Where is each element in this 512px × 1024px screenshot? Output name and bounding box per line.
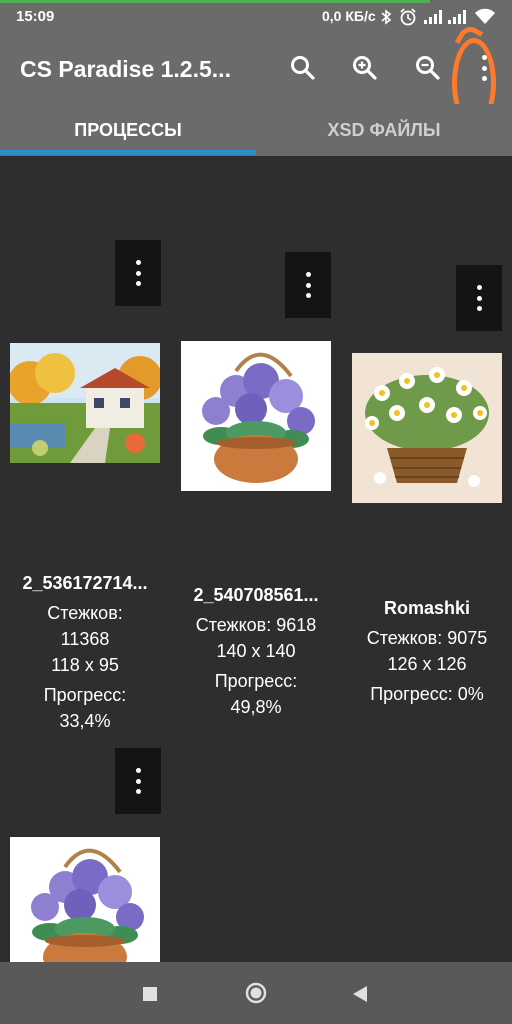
pattern-size: 118 x 95 (51, 655, 119, 675)
item-menu-button[interactable] (456, 265, 502, 331)
wifi-icon (475, 8, 495, 24)
stitch-count: 11368 (60, 629, 110, 649)
tab-indicator (0, 150, 256, 155)
more-vert-icon (135, 768, 141, 794)
network-speed: 0,0 КБ/с (322, 8, 376, 24)
pattern-size: 140 x 140 (216, 641, 296, 661)
item-menu-button[interactable] (115, 748, 161, 814)
search-icon (291, 56, 315, 80)
zoom-in-button[interactable] (347, 50, 383, 86)
status-time: 15:09 (16, 8, 55, 25)
app-title: CS Paradise 1.2.5... (20, 56, 231, 82)
tab-xsd-files[interactable]: XSD ФАЙЛЫ (256, 104, 512, 156)
signal-icon (424, 10, 442, 24)
progress-value: Прогресс: 0% (370, 684, 484, 704)
pattern-size: 126 x 126 (387, 654, 467, 674)
bluetooth-icon (381, 9, 392, 25)
progress-value: 33,4% (59, 711, 111, 731)
stitch-label: Стежков: (47, 603, 123, 623)
progress-label: Прогресс: (214, 671, 298, 691)
zoom-in-icon (353, 56, 377, 80)
recents-icon[interactable] (142, 986, 158, 1002)
pattern-thumbnail[interactable] (352, 353, 502, 503)
signal-icon (448, 10, 466, 24)
item-info: 2_540708561... Стежков: 9618 140 x 140 П… (171, 582, 341, 720)
item-menu-button[interactable] (115, 240, 161, 306)
more-vert-icon (305, 272, 311, 298)
pattern-thumbnail[interactable] (10, 837, 160, 962)
app-toolbar: CS Paradise 1.2.5... (0, 32, 512, 104)
item-name: 2_540708561... (193, 585, 319, 605)
alarm-icon (400, 8, 416, 26)
item-name: Romashki (383, 598, 471, 618)
tab-processes[interactable]: ПРОЦЕССЫ (0, 104, 256, 156)
item-info: 2_536172714... Стежков: 11368 118 x 95 П… (0, 570, 170, 734)
tab-bar: ПРОЦЕССЫ XSD ФАЙЛЫ (0, 104, 512, 156)
zoom-out-button[interactable] (410, 50, 446, 86)
progress-value: 49,8% (230, 697, 282, 717)
pattern-thumbnail[interactable] (10, 343, 160, 463)
back-icon[interactable] (352, 985, 368, 1003)
system-nav-bar (0, 962, 512, 1024)
item-info: Romashki Стежков: 9075 126 x 126 Прогрес… (342, 595, 512, 707)
status-bar: 15:09 0,0 КБ/с (0, 0, 512, 32)
more-vert-icon (135, 260, 141, 286)
home-icon[interactable] (245, 982, 267, 1004)
stitch-count: Стежков: 9075 (366, 628, 488, 648)
progress-line (0, 0, 430, 3)
progress-label: Прогресс: (43, 685, 127, 705)
pattern-thumbnail[interactable] (181, 341, 331, 491)
item-name: 2_536172714... (22, 573, 148, 593)
search-button[interactable] (285, 50, 321, 86)
item-menu-button[interactable] (285, 252, 331, 318)
stitch-count: Стежков: 9618 (195, 615, 317, 635)
zoom-out-icon (416, 56, 440, 80)
more-vert-icon (476, 285, 482, 311)
